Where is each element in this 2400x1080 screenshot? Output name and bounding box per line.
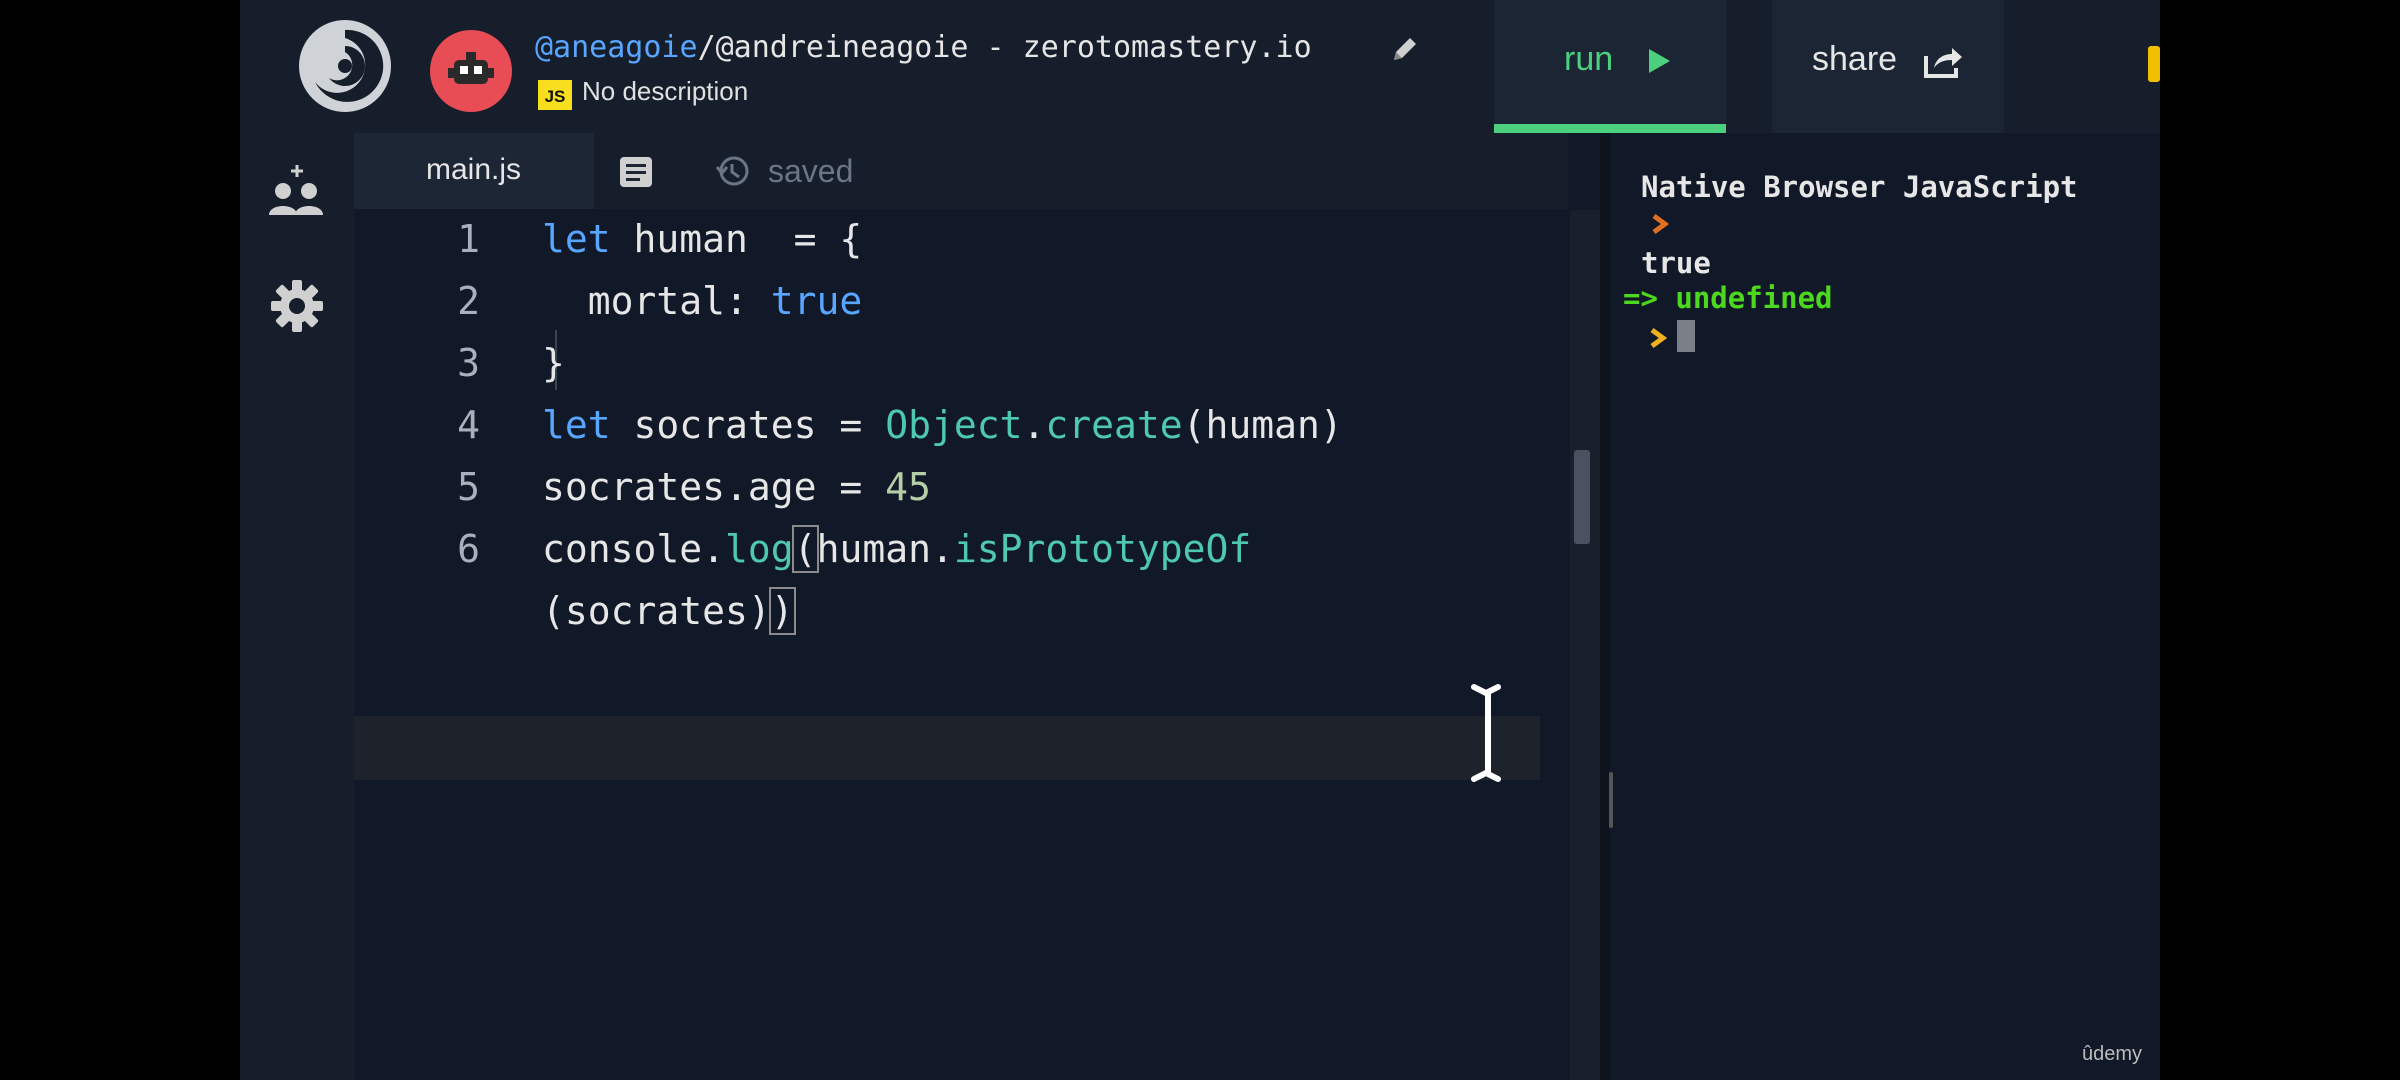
run-button[interactable]: run [1494,0,1726,133]
repl-app: @aneagoie/@andreineagoie - zerotomastery… [240,0,2160,1080]
text-cursor-icon [1471,684,1501,782]
tab-main-js[interactable]: main.js [354,133,594,209]
active-line-highlight [354,716,1540,780]
share-label: share [1812,40,1898,78]
repl-description[interactable]: No description [582,76,748,107]
code-line[interactable]: 4 let socrates = Object.create(human) [354,395,1568,457]
editor-tabbar: main.js saved [354,133,1568,209]
avatar[interactable] [430,30,512,112]
language-badge: JS [538,80,572,110]
repl-name: /@andreineagoie - zerotomastery.io [697,30,1312,65]
tab-label: main.js [426,153,522,186]
share-icon [1924,48,1962,78]
editor-scrollbar-thumb[interactable] [1574,450,1590,544]
code-editor[interactable]: main.js saved 1 let human = {2 mortal: … [354,133,1568,1080]
line-number: 1 [457,217,480,261]
history-icon[interactable] [715,153,751,189]
console-output-line: true [1641,246,1711,280]
header: @aneagoie/@andreineagoie - zerotomastery… [240,0,2160,133]
line-text: mortal: true [542,279,863,323]
line-number: 4 [457,403,480,447]
line-number: 5 [457,465,480,509]
code-line[interactable]: 5 socrates.age = 45 [354,457,1568,519]
line-text: socrates.age = 45 [542,465,931,509]
left-sidebar [240,133,354,1080]
repl-title[interactable]: @aneagoie/@andreineagoie - zerotomastery… [535,30,1312,65]
line-number: 6 [457,527,480,571]
code-line[interactable]: 2 mortal: true [354,271,1568,333]
code-line[interactable]: 6 console.log(human.isPrototypeOf [354,519,1568,581]
console-input-cursor[interactable] [1677,320,1695,352]
document-icon[interactable] [618,155,654,189]
code-line-wrapped[interactable]: (socrates)) [354,581,1568,643]
notification-icon[interactable] [2148,46,2160,82]
code-area[interactable]: 1 let human = { 2 mortal: true 3 } 4 let… [354,209,1568,1080]
code-line[interactable]: 3 } [354,333,1568,395]
line-text: console.log(human.isPrototypeOf [542,525,1252,573]
settings-icon[interactable] [269,278,325,334]
repl-owner-link[interactable]: @aneagoie [535,30,698,65]
line-text: (socrates)) [542,587,796,635]
saved-status: saved [768,153,854,189]
run-label: run [1564,40,1614,78]
run-active-indicator [1494,124,1726,133]
pane-divider[interactable] [1600,133,1610,1080]
line-text: let human = { [542,217,863,261]
pencil-icon[interactable] [1388,32,1422,66]
line-text: let socrates = Object.create(human) [542,403,1343,447]
console-pane[interactable]: Native Browser JavaScript true => undefi… [1623,133,2160,1080]
console-header: Native Browser JavaScript [1641,170,2078,204]
line-text: } [542,341,565,385]
share-button[interactable]: share [1772,0,2004,133]
multiplayer-icon[interactable] [265,163,329,227]
console-return-line: => undefined [1623,281,1833,315]
code-line[interactable]: 1 let human = { [354,209,1568,271]
play-icon [1649,49,1670,73]
prompt-icon [1652,213,1669,235]
line-number: 3 [457,341,480,385]
avatar-robot-icon [448,52,494,84]
replit-logo-icon[interactable] [295,16,395,116]
prompt-icon [1650,327,1667,349]
pane-resize-handle[interactable] [1609,772,1613,828]
udemy-watermark: ûdemy [2082,1043,2143,1065]
line-number: 2 [457,279,480,323]
editor-scrollbar[interactable] [1570,210,1600,1080]
